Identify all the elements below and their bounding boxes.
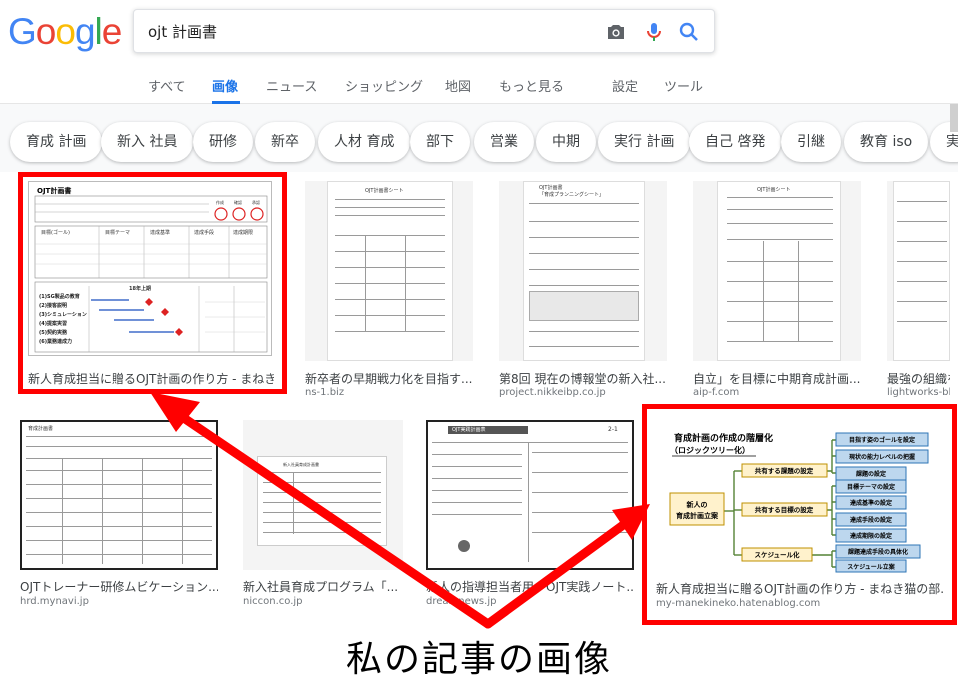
logo-letter: e (101, 11, 123, 52)
google-logo[interactable]: Google (8, 8, 123, 56)
tab-images[interactable]: 画像 (212, 76, 238, 95)
image-result[interactable]: OJT計画書シート 新卒者の早期戦力化を目指す... ns-1.biz (305, 181, 475, 398)
mic-icon[interactable] (642, 20, 666, 44)
search-input[interactable] (148, 20, 588, 42)
thumb-header: OJT計画書 (539, 185, 563, 191)
result-source: ns-1.biz (305, 387, 345, 398)
result-source: aip-f.com (693, 387, 740, 398)
result-thumbnail[interactable]: OJT計画シート (693, 181, 861, 361)
chip[interactable]: 教育 iso (844, 122, 929, 162)
chip[interactable]: 新卒 (255, 122, 315, 162)
chip[interactable]: 引継 (781, 122, 841, 162)
result-caption[interactable]: 第8回 現在の博報堂の新入社... (499, 370, 667, 387)
tab-shopping[interactable]: ショッピング (345, 76, 423, 95)
image-result[interactable]: 新入社員育成計画書 新入社員育成プログラム「... niccon.co.jp (243, 420, 405, 610)
chip[interactable]: 部下 (410, 122, 470, 162)
image-result[interactable]: OJT実践計画表 2-1 新人の指導担当者用「OJT実践ノート... dream… (426, 420, 634, 610)
thumb-badge: 2-1 (608, 426, 618, 433)
chip[interactable]: 実行 計画 (598, 122, 691, 162)
search-icon[interactable] (677, 20, 701, 44)
tab-maps[interactable]: 地図 (445, 76, 471, 95)
chip[interactable]: 新入 社員 (101, 122, 194, 162)
tab-more[interactable]: もっと見る (499, 76, 564, 95)
image-result[interactable]: 最強の組織を lightworks-blo (887, 181, 950, 398)
logo-letter: G (8, 11, 37, 52)
result-caption[interactable]: 新入社員育成プログラム「... (243, 578, 403, 595)
tab-all[interactable]: すべて (148, 76, 186, 95)
tab-news[interactable]: ニュース (266, 76, 317, 95)
chip[interactable]: 人材 育成 (318, 122, 411, 162)
tab-settings[interactable]: 設定 (612, 76, 638, 95)
camera-icon[interactable] (604, 20, 628, 44)
thumb-header: 育成計画書 (28, 426, 54, 432)
thumb-header: OJT実践計画表 (452, 427, 486, 433)
chip[interactable]: 研修 (193, 122, 253, 162)
result-source: niccon.co.jp (243, 596, 303, 607)
result-caption[interactable]: OJTトレーナー研修ムビケーション... (20, 578, 218, 595)
result-thumbnail[interactable]: OJT計画書シート (305, 181, 473, 361)
logo-letter: g (74, 11, 96, 52)
chip[interactable]: 育成 計画 (10, 122, 103, 162)
result-thumbnail[interactable]: 育成計画書 (20, 420, 218, 570)
result-caption[interactable]: 最強の組織を (887, 370, 950, 387)
thumb-header: OJT計画書シート (365, 188, 404, 194)
result-thumbnail[interactable]: 新入社員育成計画書 (243, 420, 403, 570)
thumb-header: OJT計画シート (757, 187, 791, 193)
thumb-subheader: 「育成プランニングシート」 (539, 192, 605, 198)
chip[interactable]: 自己 啓発 (689, 122, 782, 162)
highlight-box (642, 404, 957, 625)
result-caption[interactable]: 自立」を目標に中期育成計画... (693, 370, 861, 387)
logo-letter: o (35, 11, 57, 52)
chip[interactable]: 中期 (536, 122, 596, 162)
logo-letter: o (55, 11, 76, 52)
result-source: dreamnews.jp (426, 596, 497, 607)
scrollbar[interactable] (950, 104, 958, 132)
result-caption[interactable]: 新人の指導担当者用「OJT実践ノート... (426, 578, 634, 595)
result-thumbnail[interactable] (887, 181, 950, 361)
thumb-header: 新入社員育成計画書 (283, 462, 319, 467)
result-source: lightworks-blo (887, 387, 950, 398)
result-source: project.nikkeibp.co.jp (499, 387, 606, 398)
tab-tools[interactable]: ツール (664, 76, 703, 95)
image-result[interactable]: 育成計画書 OJTトレーナー研修ムビケーション... hrd.mynavi.jp (20, 420, 218, 610)
header: Google すべて 画像 ニュース ショッピング 地図 もっと見る 設定 ツー… (0, 0, 958, 104)
search-tabs: すべて 画像 ニュース ショッピング 地図 もっと見る 設定 ツール (0, 70, 958, 104)
annotation-caption: 私の記事の画像 (345, 639, 612, 680)
result-thumbnail[interactable]: OJT実践計画表 2-1 (426, 420, 634, 570)
related-searches-bar: 育成 計画 新入 社員 研修 新卒 人材 育成 部下 営業 中期 実行 計画 自… (0, 104, 958, 172)
highlight-box (18, 172, 287, 394)
logo-letter: l (94, 11, 103, 52)
search-box (133, 9, 715, 53)
result-thumbnail[interactable]: OJT計画書 「育成プランニングシート」 (499, 181, 667, 361)
image-result[interactable]: OJT計画書 「育成プランニングシート」 第8回 現在の博報堂の新入社... p… (499, 181, 669, 398)
result-source: hrd.mynavi.jp (20, 596, 89, 607)
chip[interactable]: 営業 (474, 122, 534, 162)
result-caption[interactable]: 新卒者の早期戦力化を目指す... (305, 370, 473, 387)
image-result[interactable]: OJT計画シート 自立」を目標に中期育成計画... aip-f.com (693, 181, 863, 398)
